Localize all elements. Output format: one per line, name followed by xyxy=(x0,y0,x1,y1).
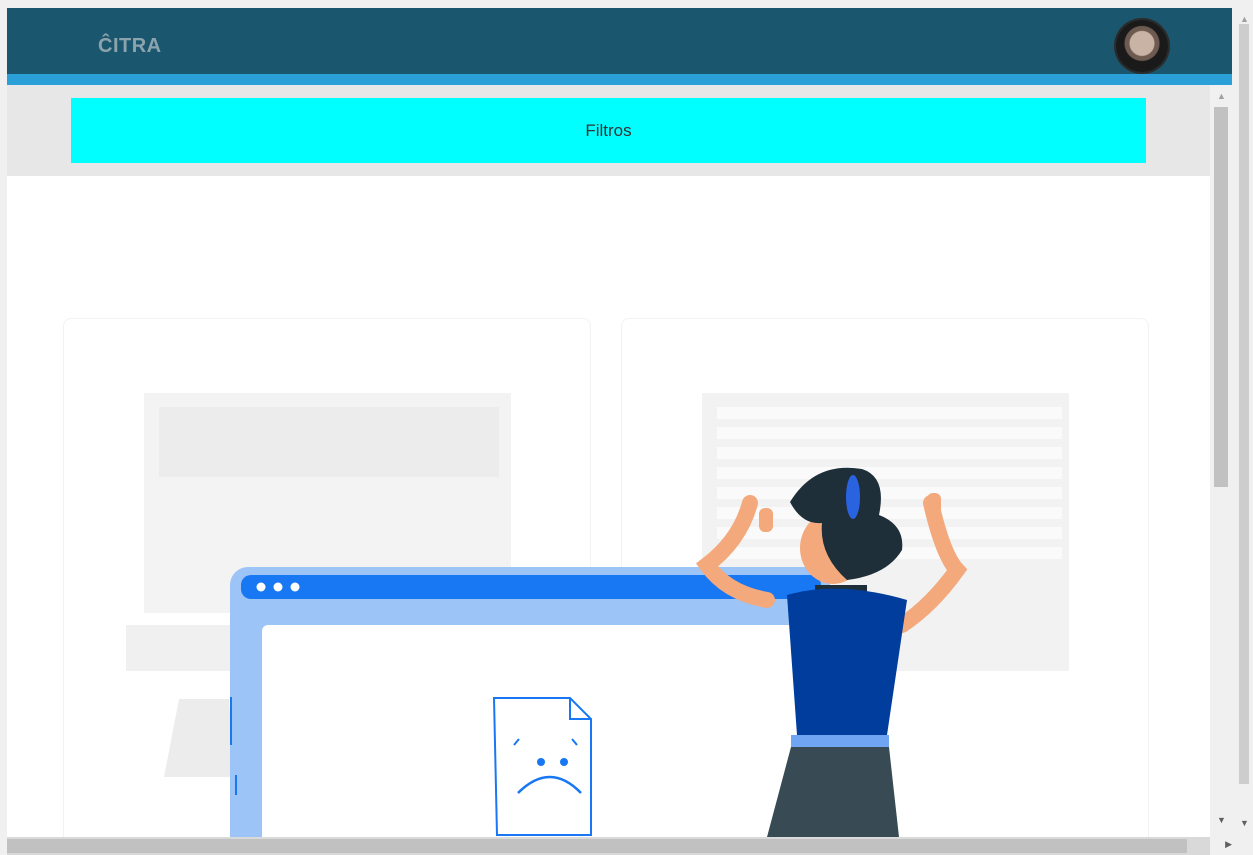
page-scrollbar[interactable]: ▲ ▼ xyxy=(1210,85,1232,837)
scroll-down-arrow-icon[interactable]: ▼ xyxy=(1240,818,1249,828)
window-scroll-thumb[interactable] xyxy=(1239,24,1249,784)
scroll-up-arrow-icon[interactable]: ▲ xyxy=(1217,91,1226,101)
scroll-right-arrow-icon[interactable]: ▶ xyxy=(1225,839,1232,850)
scroll-down-arrow-icon[interactable]: ▼ xyxy=(1217,815,1226,825)
page-scroll-thumb[interactable] xyxy=(1214,107,1228,487)
horizontal-scrollbar[interactable]: ▶ xyxy=(7,837,1232,855)
window-scrollbar[interactable]: ▲ ▼ xyxy=(1235,0,1253,855)
scroll-up-arrow-icon[interactable]: ▲ xyxy=(1240,14,1249,24)
user-avatar[interactable] xyxy=(1116,20,1168,72)
sad-document-icon xyxy=(492,697,592,836)
window-dot-icon xyxy=(256,582,266,592)
window-dot-icon xyxy=(290,582,300,592)
brand-logo[interactable]: ĈITRA xyxy=(98,35,162,58)
page-viewport: Filtros xyxy=(7,85,1210,837)
horizontal-scroll-thumb[interactable] xyxy=(7,839,1187,853)
empty-state-illustration xyxy=(230,467,968,837)
window-dot-icon xyxy=(273,582,283,592)
top-navbar: ĈITRA xyxy=(7,8,1232,85)
